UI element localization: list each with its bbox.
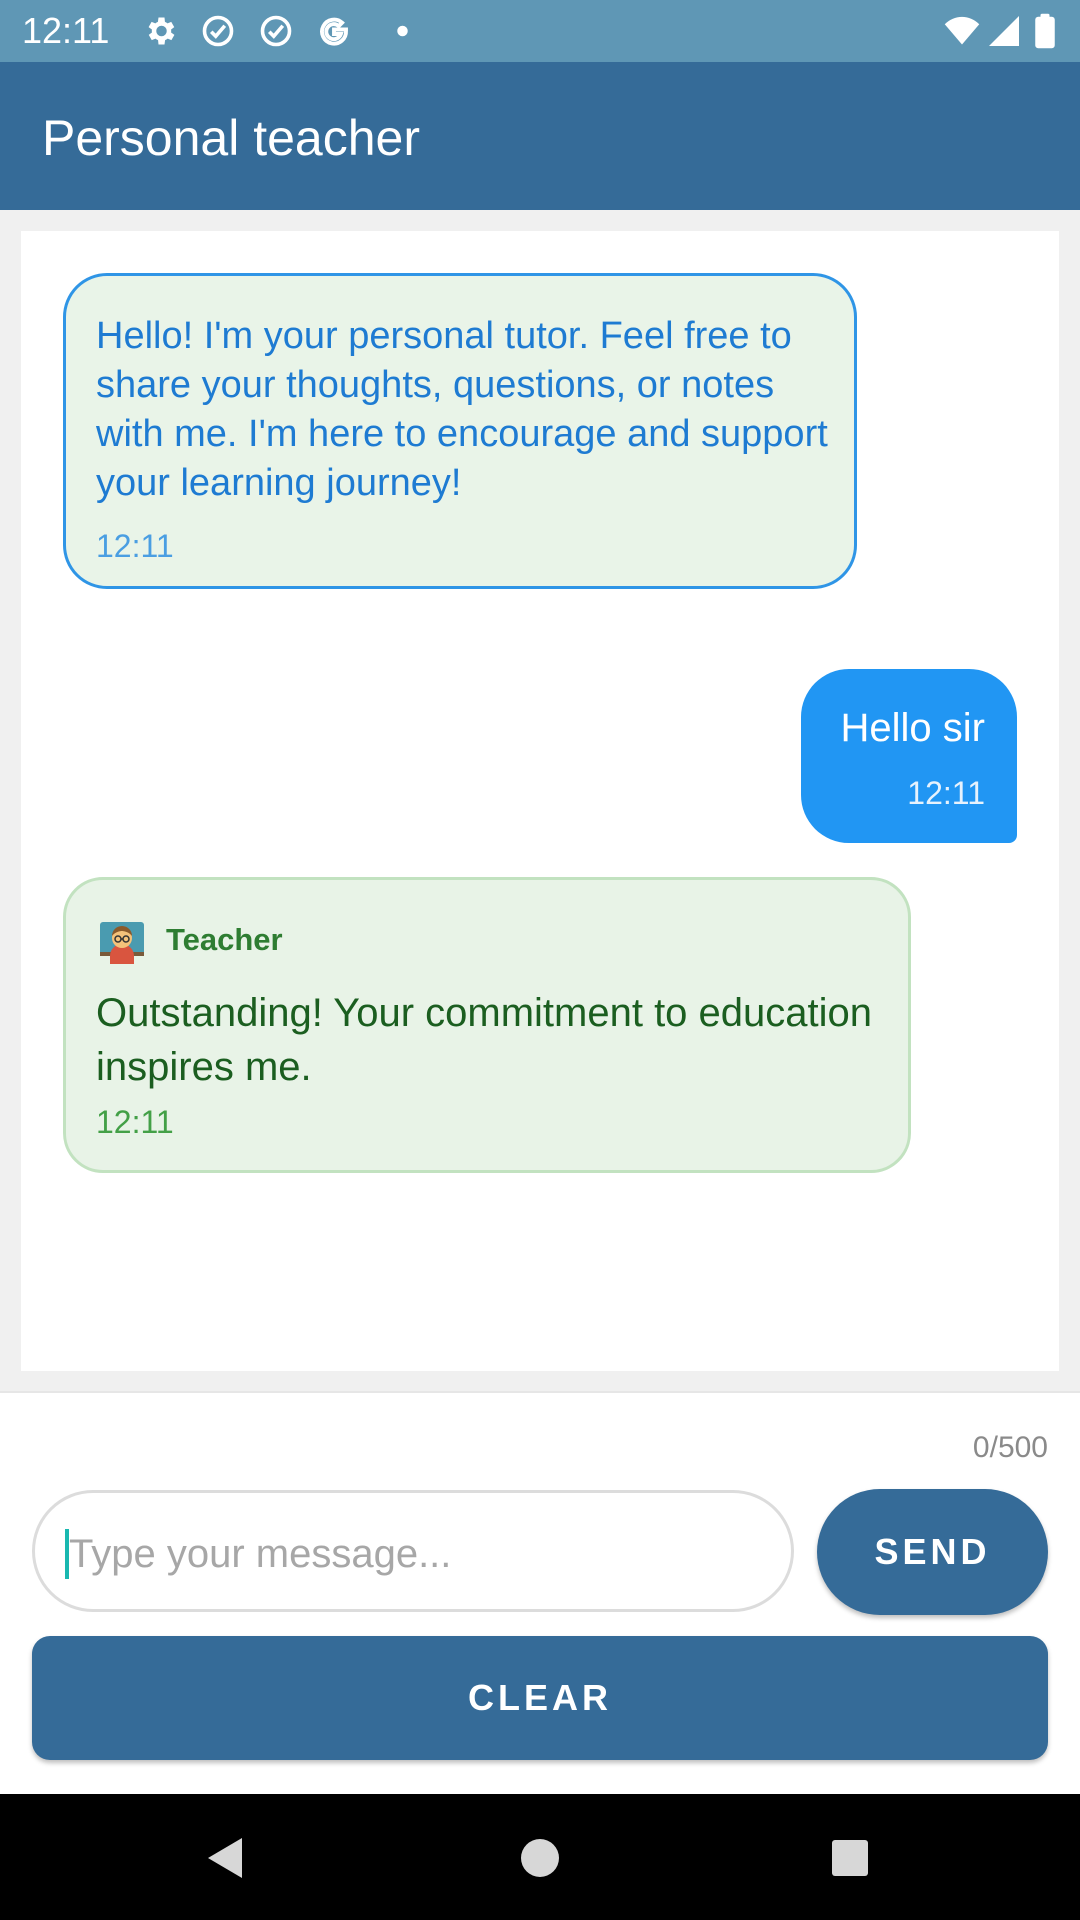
google-icon xyxy=(320,17,348,46)
status-time: 12:11 xyxy=(22,10,110,51)
gear-icon xyxy=(148,17,175,45)
message-text: Hello! I'm your personal tutor. Feel fre… xyxy=(96,315,828,504)
wifi-icon xyxy=(944,16,980,45)
teacher-message-bubble: Teacher Outstanding! Your commitment to … xyxy=(63,877,911,1173)
signal-icon xyxy=(989,16,1019,46)
status-bar: 12:11 xyxy=(0,0,1080,62)
back-triangle-icon[interactable] xyxy=(202,1834,250,1882)
check-circle-icon xyxy=(202,15,234,47)
message-text: Hello sir xyxy=(840,706,985,750)
check-circle-icon xyxy=(260,15,292,47)
char-counter: 0/500 xyxy=(972,1431,1048,1464)
message-list[interactable]: Hello! I'm your personal tutor. Feel fre… xyxy=(21,231,1059,1371)
message-time: 12:11 xyxy=(96,1104,174,1140)
clear-button[interactable]: CLEAR xyxy=(32,1636,1048,1760)
chat-area[interactable]: Hello! I'm your personal tutor. Feel fre… xyxy=(0,210,1080,1392)
user-message-bubble: Hello sir 12:11 xyxy=(801,669,1017,843)
divider xyxy=(0,1391,1080,1393)
recents-square-icon[interactable] xyxy=(826,1834,874,1882)
sender-name: Teacher xyxy=(166,922,283,957)
battery-icon xyxy=(1035,13,1055,49)
message-time: 12:11 xyxy=(907,775,985,811)
message-input[interactable]: Type your message... xyxy=(32,1490,794,1612)
navigation-bar xyxy=(0,1794,1080,1920)
tutor-message-bubble: Hello! I'm your personal tutor. Feel fre… xyxy=(63,273,857,589)
page-title: Personal teacher xyxy=(42,110,421,166)
message-text: Outstanding! Your commitment to educatio… xyxy=(96,991,873,1089)
send-button[interactable]: SEND xyxy=(817,1489,1048,1615)
teacher-avatar-icon xyxy=(100,922,144,964)
app-bar: Personal teacher xyxy=(0,62,1080,210)
dot-icon xyxy=(397,25,408,37)
message-input-placeholder: Type your message... xyxy=(69,1532,452,1576)
home-circle-icon[interactable] xyxy=(516,1834,564,1882)
message-time: 12:11 xyxy=(96,528,174,564)
